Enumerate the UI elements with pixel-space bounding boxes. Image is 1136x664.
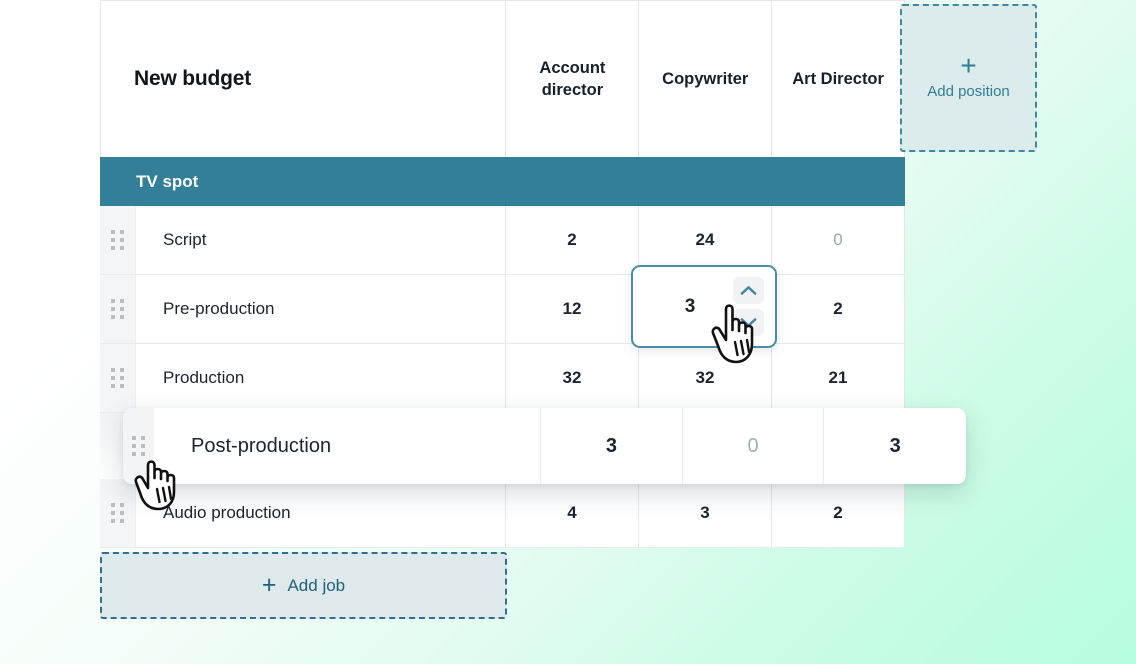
add-position-label: Add position xyxy=(927,82,1010,100)
cell-account-director[interactable]: 12 xyxy=(506,275,639,343)
dragging-cell-copywriter: 0 xyxy=(683,408,825,484)
stepper-arrows xyxy=(733,277,775,336)
dragging-cell-art-director: 3 xyxy=(889,434,901,457)
group-header-tv-spot[interactable]: TV spot xyxy=(100,157,905,206)
cell-copywriter[interactable]: 3 xyxy=(639,479,772,547)
cell-account-director[interactable]: 4 xyxy=(506,479,639,547)
column-header-art-director[interactable]: Art Director xyxy=(772,1,906,157)
drag-handle-icon[interactable] xyxy=(100,275,136,343)
group-header-label: TV spot xyxy=(136,171,199,191)
table-header-row: New budget Account director Copywriter A… xyxy=(100,0,906,157)
number-stepper[interactable]: 3 xyxy=(631,265,777,348)
drag-handle-icon[interactable] xyxy=(123,408,155,484)
dragging-row-name: Post-production xyxy=(154,408,542,484)
stepper-value[interactable]: 3 xyxy=(633,296,733,318)
cell-art-director[interactable]: 2 xyxy=(772,275,905,343)
column-header-account-director[interactable]: Account director xyxy=(506,1,640,157)
drag-handle-icon[interactable] xyxy=(100,479,136,547)
drag-dots-icon xyxy=(132,436,146,456)
budget-title-text: New budget xyxy=(134,67,251,90)
row-name[interactable]: Script xyxy=(136,206,506,274)
table-row[interactable]: Pre-production 12 3 2 xyxy=(100,275,905,344)
drag-handle-icon[interactable] xyxy=(100,344,136,412)
plus-icon: + xyxy=(960,49,977,81)
cell-art-director[interactable]: 2 xyxy=(772,479,905,547)
column-header-copywriter[interactable]: Copywriter xyxy=(639,1,773,157)
add-job-button[interactable]: + Add job xyxy=(100,552,507,619)
dragging-cell-account-director: 3 xyxy=(541,408,683,484)
cell-art-director[interactable]: 0 xyxy=(772,206,905,274)
add-job-label: Add job xyxy=(287,575,346,595)
dragging-row[interactable]: Post-production 3 0 3 xyxy=(123,408,966,484)
drag-dots-icon xyxy=(111,299,124,319)
table-row[interactable]: Audio production 4 3 2 xyxy=(100,479,905,548)
drag-dots-icon xyxy=(111,230,124,250)
drag-handle-icon[interactable] xyxy=(100,206,136,274)
table-row[interactable]: Script 2 24 0 xyxy=(100,206,905,275)
chevron-down-icon[interactable] xyxy=(733,309,764,336)
cell-copywriter[interactable]: 24 xyxy=(639,206,772,274)
cell-art-director[interactable]: 21 xyxy=(772,344,905,412)
drag-dots-icon xyxy=(111,503,124,523)
add-position-button[interactable]: + Add position xyxy=(900,4,1037,152)
page-title: New budget xyxy=(101,1,507,157)
cell-account-director[interactable]: 32 xyxy=(506,344,639,412)
row-name[interactable]: Production xyxy=(136,344,506,412)
cell-copywriter[interactable]: 32 xyxy=(639,344,772,412)
chevron-up-icon[interactable] xyxy=(733,277,764,304)
table-row[interactable]: Production 32 32 21 xyxy=(100,344,905,413)
row-name[interactable]: Audio production xyxy=(136,479,506,547)
drag-dots-icon xyxy=(111,368,124,388)
cell-account-director[interactable]: 2 xyxy=(506,206,639,274)
row-name[interactable]: Pre-production xyxy=(136,275,506,343)
